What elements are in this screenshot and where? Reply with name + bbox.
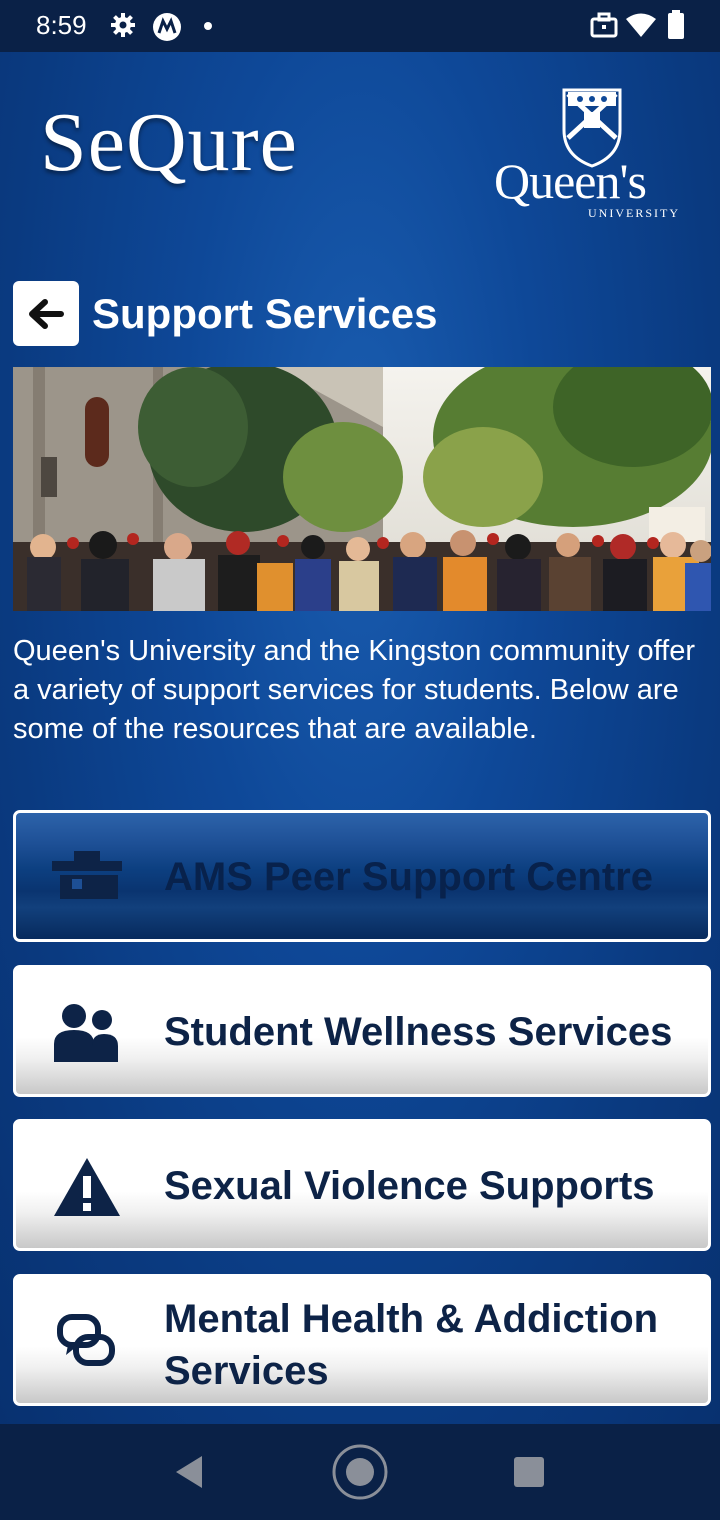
warning-icon [54,1158,120,1216]
service-label: Mental Health & Addiction Services [164,1297,659,1393]
gear-icon [111,13,135,37]
arrow-left-icon [29,299,64,329]
service-label: Student Wellness Services [164,1010,673,1054]
ams-peer-support-button[interactable]: AMS Peer Support Centre [13,810,711,942]
building-icon [52,851,122,899]
status-time: 8:59 [36,10,87,40]
intro-text: Queen's University and the Kingston comm… [13,635,696,745]
university-wordmark: UNIVERSITY [588,206,680,220]
dot-icon [204,22,212,30]
chat-bubbles-icon [57,1314,115,1366]
mental-health-addiction-button[interactable]: Mental Health & Addiction Services [13,1274,711,1406]
page-title: Support Services [92,290,438,337]
queens-university-logo: Queen's UNIVERSITY [494,86,694,222]
battery-icon [668,10,684,39]
back-triangle-icon[interactable] [172,1454,206,1490]
back-button[interactable] [13,281,79,346]
hero-image [13,367,711,611]
motorola-icon [153,13,181,41]
people-icon [54,1004,118,1062]
sexual-violence-supports-button[interactable]: Sexual Violence Supports [13,1119,711,1251]
home-circle-icon[interactable] [331,1443,389,1501]
sequre-logo: SeQure [40,96,298,189]
queens-wordmark: Queen's [494,153,647,209]
service-label: AMS Peer Support Centre [164,855,653,899]
wifi-icon [626,13,656,37]
service-label: Sexual Violence Supports [164,1164,655,1208]
system-navigation-bar [0,1424,720,1520]
student-wellness-button[interactable]: Student Wellness Services [13,965,711,1097]
recents-square-icon[interactable] [513,1456,545,1488]
status-bar: 8:59 [0,0,720,52]
briefcase-icon [590,12,618,38]
